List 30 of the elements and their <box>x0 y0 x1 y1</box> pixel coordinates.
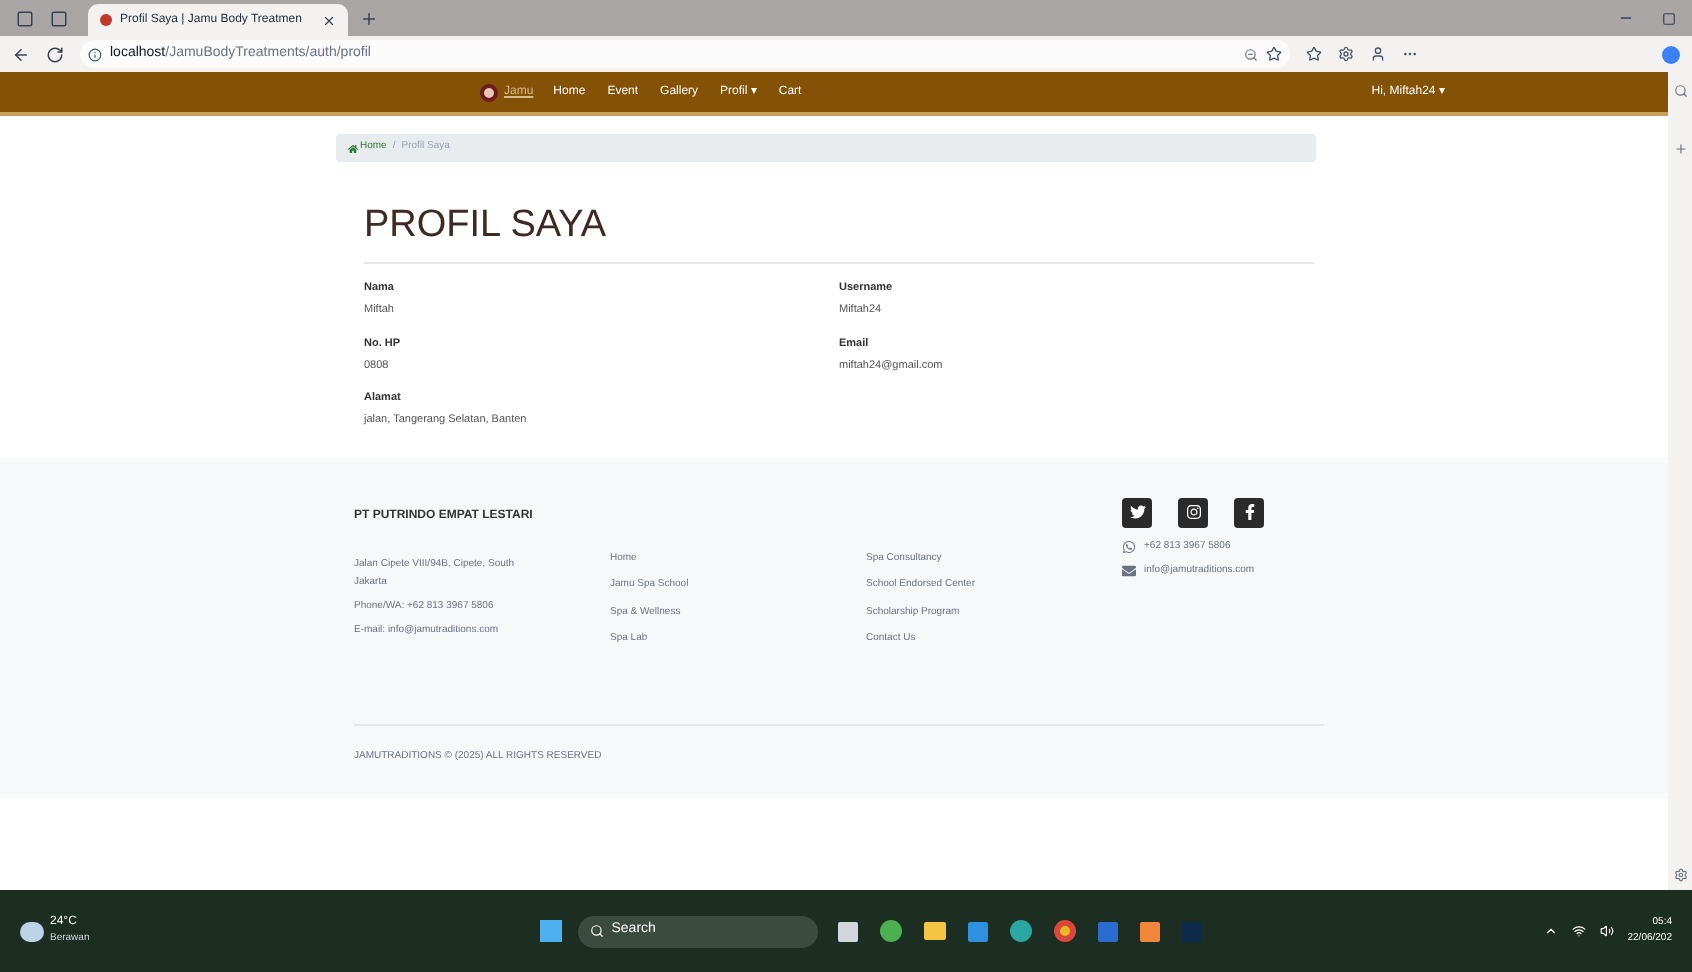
favorites-icon[interactable] <box>1306 46 1322 62</box>
volume-icon[interactable] <box>1599 924 1614 938</box>
favicon-icon <box>100 14 112 26</box>
refresh-icon[interactable] <box>46 45 64 63</box>
social-button[interactable] <box>1234 497 1264 527</box>
tab-actions-icon[interactable] <box>50 9 68 27</box>
info-icon <box>88 47 102 61</box>
zoom-icon[interactable] <box>1244 47 1258 61</box>
home-icon <box>348 143 358 153</box>
instagram-icon <box>1185 504 1201 520</box>
workspaces-icon[interactable] <box>16 9 34 27</box>
wifi-icon[interactable] <box>1571 924 1586 938</box>
maximize-icon[interactable] <box>1662 11 1676 25</box>
profile-icon[interactable] <box>1370 46 1386 62</box>
facebook-icon <box>1241 504 1257 520</box>
envelope-icon <box>1122 564 1136 579</box>
search-icon <box>589 924 604 938</box>
twitter-icon <box>1129 504 1145 520</box>
whatsapp-icon <box>1122 539 1136 554</box>
search-icon[interactable] <box>1673 84 1687 98</box>
page-title: PROFIL SAYA <box>364 206 609 244</box>
social-button[interactable] <box>1122 497 1152 527</box>
chevron-up-icon[interactable] <box>1543 924 1558 938</box>
social-button[interactable] <box>1178 497 1208 527</box>
close-icon[interactable] <box>322 13 336 27</box>
logo-icon <box>480 83 498 101</box>
back-icon[interactable] <box>12 45 30 63</box>
new-tab-icon[interactable] <box>360 10 378 28</box>
favorite-star-icon[interactable] <box>1266 46 1282 62</box>
settings-icon[interactable] <box>1673 868 1687 882</box>
